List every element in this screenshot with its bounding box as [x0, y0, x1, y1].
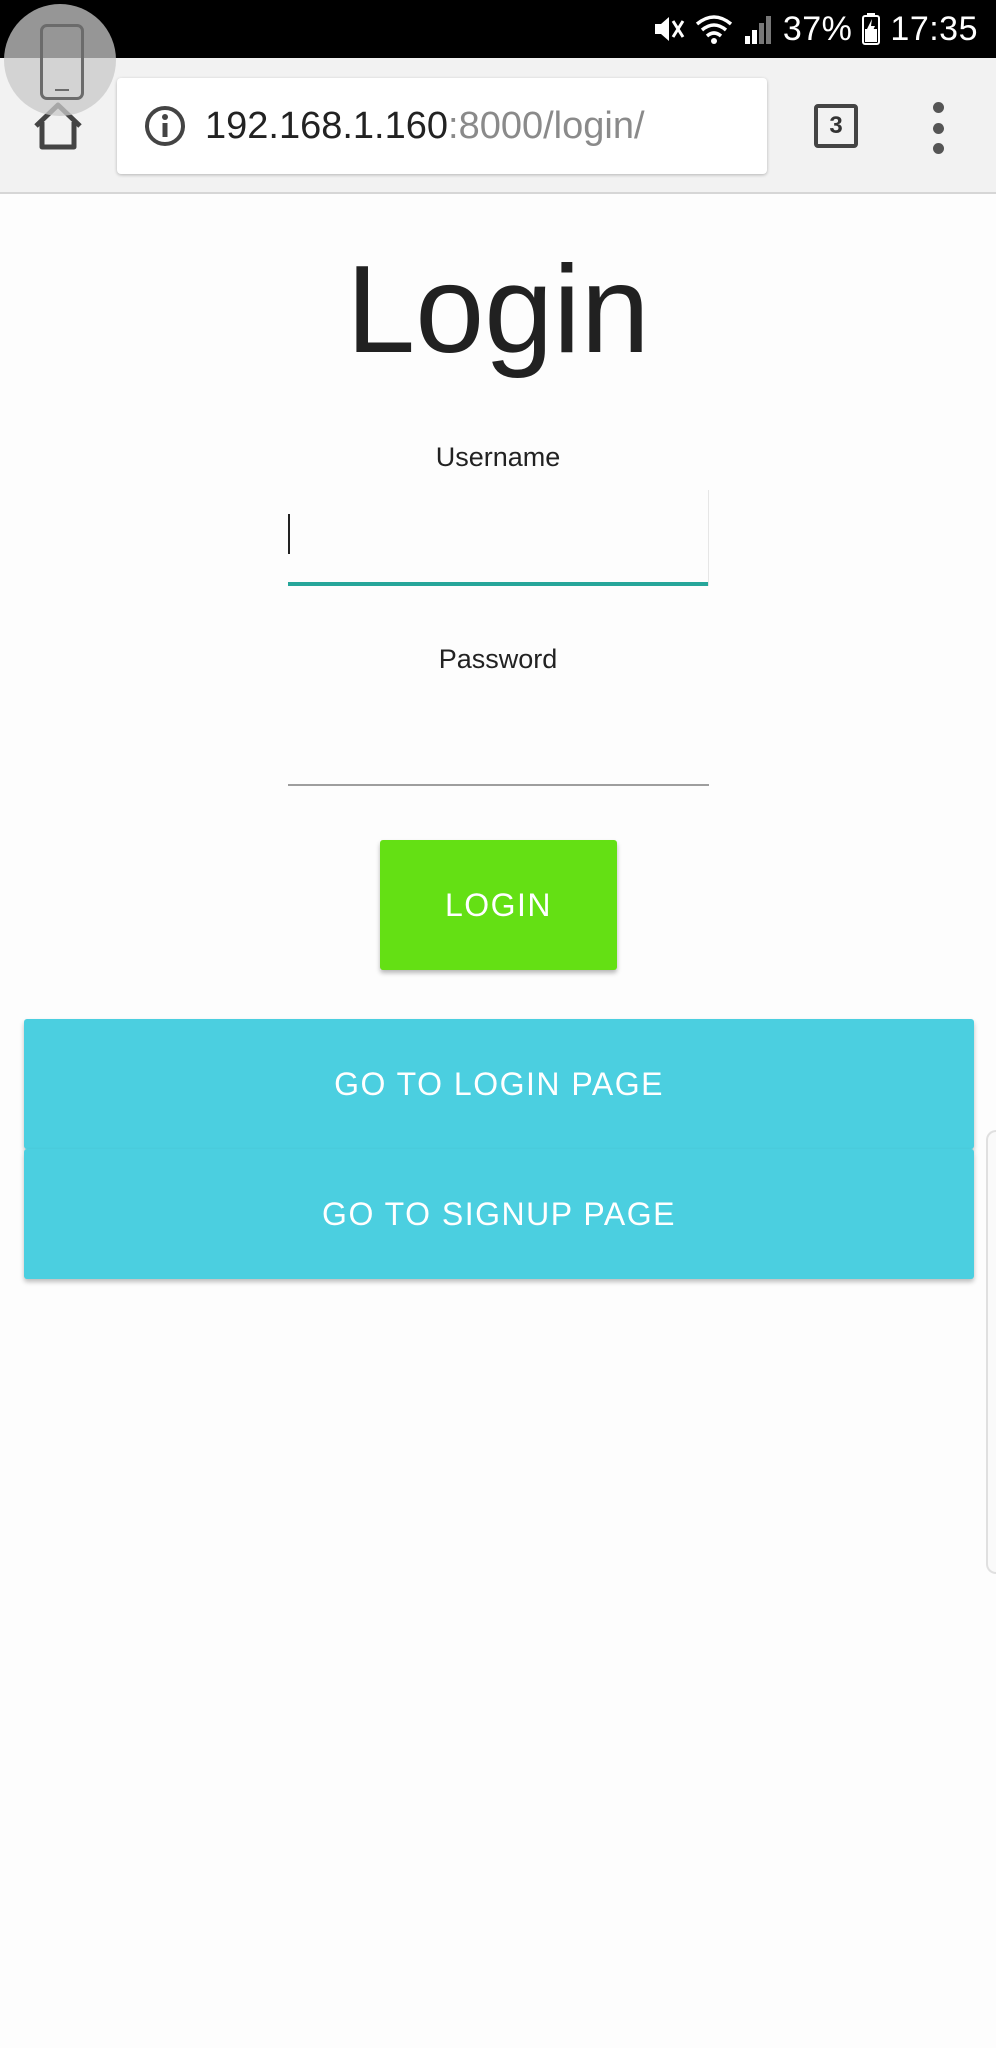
info-icon[interactable]	[143, 104, 187, 148]
password-input[interactable]	[288, 690, 709, 786]
address-bar[interactable]: 192.168.1.160:8000/login/	[117, 78, 767, 174]
password-label: Password	[438, 644, 558, 674]
edge-panel-handle[interactable]	[986, 1130, 996, 1574]
more-vert-icon[interactable]	[926, 102, 950, 154]
mute-icon	[654, 17, 685, 41]
battery-percent: 37%	[782, 9, 853, 48]
tab-switcher-button[interactable]: 3	[814, 104, 858, 148]
url-text: 192.168.1.160:8000/login/	[205, 105, 645, 148]
phone-icon	[40, 24, 84, 100]
signal-icon	[744, 16, 771, 44]
status-bar: 37% 17:35	[0, 0, 996, 58]
url-host: 192.168.1.160	[205, 104, 449, 147]
browser-toolbar: 192.168.1.160:8000/login/ 3	[0, 58, 996, 194]
username-input[interactable]	[288, 490, 709, 586]
go-to-login-button[interactable]: GO TO LOGIN PAGE	[24, 1019, 974, 1149]
clock: 17:35	[890, 9, 978, 48]
login-button[interactable]: LOGIN	[380, 840, 617, 970]
floating-overlay-button[interactable]	[4, 4, 116, 116]
wifi-icon	[695, 15, 732, 44]
url-path: :8000/login/	[448, 104, 645, 147]
username-label: Username	[435, 442, 561, 472]
go-to-signup-button[interactable]: GO TO SIGNUP PAGE	[24, 1149, 974, 1279]
status-icons: 37% 17:35	[651, 0, 978, 58]
page-title: Login	[346, 241, 650, 379]
battery-charging-icon	[862, 13, 881, 45]
